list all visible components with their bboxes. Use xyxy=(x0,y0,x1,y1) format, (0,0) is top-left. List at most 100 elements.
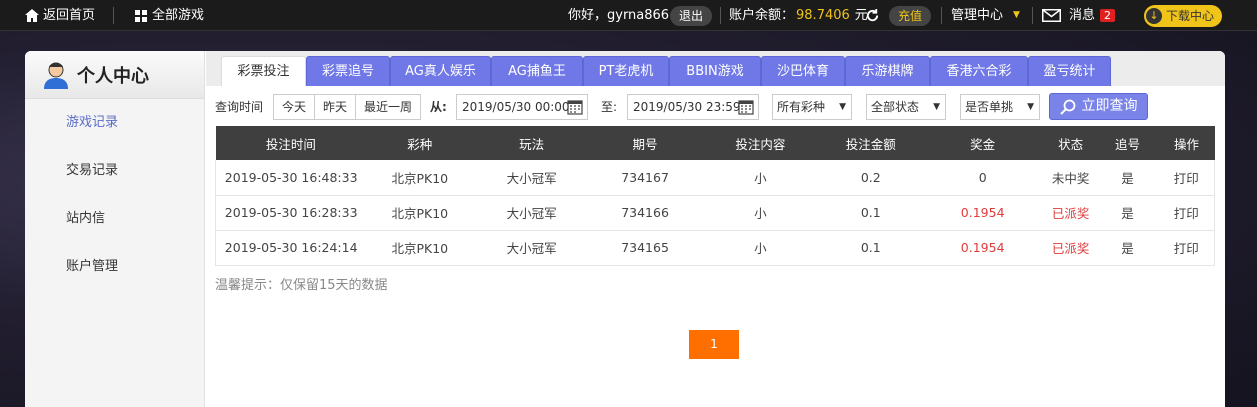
status-cell: 未中奖 xyxy=(1044,160,1097,196)
bet-time-cell: 2019-05-30 16:48:33 xyxy=(215,160,367,196)
caret-down-icon: ▼ xyxy=(1013,10,1020,20)
download-icon: ↓ xyxy=(1146,7,1162,24)
tab-bar: 彩票投注 彩票追号 AG真人娱乐 AG捕鱼王 PT老虎机 BBIN游戏 沙巴体育… xyxy=(206,51,1225,86)
tab-bbin[interactable]: BBIN游戏 xyxy=(669,56,761,86)
amount-cell: 0.2 xyxy=(820,160,921,196)
download-wrapper: ↓ 下载中心 xyxy=(1144,0,1223,31)
chase-cell: 是 xyxy=(1096,230,1159,266)
sidebar-item-messages[interactable]: 站内信 xyxy=(25,195,204,243)
sidebar-title: 个人中心 xyxy=(77,65,149,87)
home-label: 返回首页 xyxy=(43,8,96,23)
table-row: 2019-05-30 16:24:14 北京PK10 大小冠军 734165 小… xyxy=(215,230,1216,266)
column-header: 追号 xyxy=(1096,126,1159,160)
tab-profit-stats[interactable]: 盈亏统计 xyxy=(1028,56,1111,86)
query-time-label: 查询时间 xyxy=(215,100,264,114)
caret-down-icon: ▼ xyxy=(1027,102,1034,112)
yesterday-button[interactable]: 昨天 xyxy=(314,94,356,120)
chase-cell: 是 xyxy=(1096,195,1159,231)
status-select[interactable]: 全部状态 ▼ xyxy=(866,94,946,120)
balance-value: 98.7406 xyxy=(796,8,850,23)
column-header: 操作 xyxy=(1158,126,1215,160)
today-button[interactable]: 今天 xyxy=(273,94,315,120)
issue-cell: 734167 xyxy=(590,160,700,196)
content-panel: 个人中心 游戏记录 交易记录 站内信 账户管理 彩票投注 彩票追号 AG真人娱乐… xyxy=(25,51,1225,407)
play-cell: 大小冠军 xyxy=(473,160,591,196)
chase-cell: 是 xyxy=(1096,160,1159,196)
messages-link[interactable]: 消息 2 xyxy=(1042,0,1116,31)
divider xyxy=(113,7,114,24)
download-button[interactable]: ↓ 下载中心 xyxy=(1144,4,1223,27)
column-header: 期号 xyxy=(590,126,700,160)
home-link[interactable]: 返回首页 xyxy=(25,0,95,31)
user-icon xyxy=(44,62,68,89)
print-link[interactable]: 打印 xyxy=(1158,195,1216,231)
bet-time-cell: 2019-05-30 16:24:14 xyxy=(215,230,367,266)
to-label: 至: xyxy=(601,100,618,114)
print-link[interactable]: 打印 xyxy=(1158,230,1216,266)
column-header: 投注内容 xyxy=(700,126,821,160)
logout-button[interactable]: 退出 xyxy=(670,5,713,26)
mail-icon xyxy=(1042,9,1061,22)
search-icon xyxy=(1059,99,1075,115)
single-pick-select[interactable]: 是否单挑 ▼ xyxy=(960,94,1040,120)
tab-hk-marksix[interactable]: 香港六合彩 xyxy=(930,56,1028,86)
amount-cell: 0.1 xyxy=(820,195,921,231)
issue-cell: 734166 xyxy=(590,195,700,231)
play-cell: 大小冠军 xyxy=(473,195,591,231)
greeting: 你好，gyrna866 xyxy=(568,8,670,23)
lottery-cell: 北京PK10 xyxy=(366,230,474,266)
pagination-page-button[interactable]: 1 xyxy=(689,330,739,359)
print-link[interactable]: 打印 xyxy=(1158,160,1216,196)
divider xyxy=(1032,7,1033,24)
tab-lottery-bets[interactable]: 彩票投注 xyxy=(221,56,306,86)
tab-lottery-chase[interactable]: 彩票追号 xyxy=(306,56,390,86)
status-cell: 已派奖 xyxy=(1044,195,1097,231)
manage-menu[interactable]: 管理中心 ▼ xyxy=(951,0,1020,31)
calendar-icon xyxy=(567,100,583,115)
table-row: 2019-05-30 16:48:33 北京PK10 大小冠军 734167 小… xyxy=(215,160,1216,196)
tab-saba-sports[interactable]: 沙巴体育 xyxy=(761,56,845,86)
top-bar: 返回首页 全部游戏 你好，gyrna866 退出 账户余额： 98.7406 元… xyxy=(0,0,1257,31)
download-label: 下载中心 xyxy=(1166,8,1215,23)
tab-ag-live[interactable]: AG真人娱乐 xyxy=(390,56,491,86)
lottery-cell: 北京PK10 xyxy=(366,195,474,231)
sidebar-item-account[interactable]: 账户管理 xyxy=(25,243,204,291)
bonus-cell: 0.1954 xyxy=(920,195,1045,231)
tab-ag-fishing[interactable]: AG捕鱼王 xyxy=(491,56,583,86)
from-date-input[interactable]: 2019/05/30 00:00 xyxy=(456,94,588,120)
content-cell: 小 xyxy=(700,160,821,196)
tab-leyou-chess[interactable]: 乐游棋牌 xyxy=(845,56,930,86)
column-header: 彩种 xyxy=(366,126,474,160)
manage-label: 管理中心 xyxy=(951,8,1004,23)
calendar-icon xyxy=(738,100,754,115)
column-header: 投注金额 xyxy=(820,126,921,160)
home-icon xyxy=(25,9,39,22)
lottery-cell: 北京PK10 xyxy=(366,160,474,196)
play-cell: 大小冠军 xyxy=(473,230,591,266)
content-cell: 小 xyxy=(700,195,821,231)
balance-label: 账户余额： xyxy=(729,8,795,23)
sidebar-item-game-records[interactable]: 游戏记录 xyxy=(25,99,204,147)
caret-down-icon: ▼ xyxy=(839,102,846,112)
lottery-type-select[interactable]: 所有彩种 ▼ xyxy=(772,94,852,120)
all-games-link[interactable]: 全部游戏 xyxy=(135,0,204,31)
caret-down-icon: ▼ xyxy=(933,102,940,112)
main-area: 彩票投注 彩票追号 AG真人娱乐 AG捕鱼王 PT老虎机 BBIN游戏 沙巴体育… xyxy=(206,51,1225,407)
sidebar-item-transactions[interactable]: 交易记录 xyxy=(25,147,204,195)
refresh-button[interactable] xyxy=(865,0,880,31)
query-button-label: 立即查询 xyxy=(1081,98,1138,114)
sidebar-header: 个人中心 xyxy=(25,51,204,99)
last-week-button[interactable]: 最近一周 xyxy=(355,94,421,120)
bonus-cell: 0.1954 xyxy=(920,230,1045,266)
amount-cell: 0.1 xyxy=(820,230,921,266)
to-date-input[interactable]: 2019/05/30 23:59 xyxy=(627,94,759,120)
message-count-badge: 2 xyxy=(1100,9,1116,22)
lottery-type-value: 所有彩种 xyxy=(777,100,826,114)
tab-pt-slots[interactable]: PT老虎机 xyxy=(583,56,669,86)
refresh-icon xyxy=(866,8,879,22)
recharge-button[interactable]: 充值 xyxy=(889,5,932,26)
sidebar: 个人中心 游戏记录 交易记录 站内信 账户管理 xyxy=(25,51,205,407)
query-button[interactable]: 立即查询 xyxy=(1049,93,1148,120)
column-header: 玩法 xyxy=(473,126,591,160)
from-date-value: 2019/05/30 00:00 xyxy=(462,100,570,114)
